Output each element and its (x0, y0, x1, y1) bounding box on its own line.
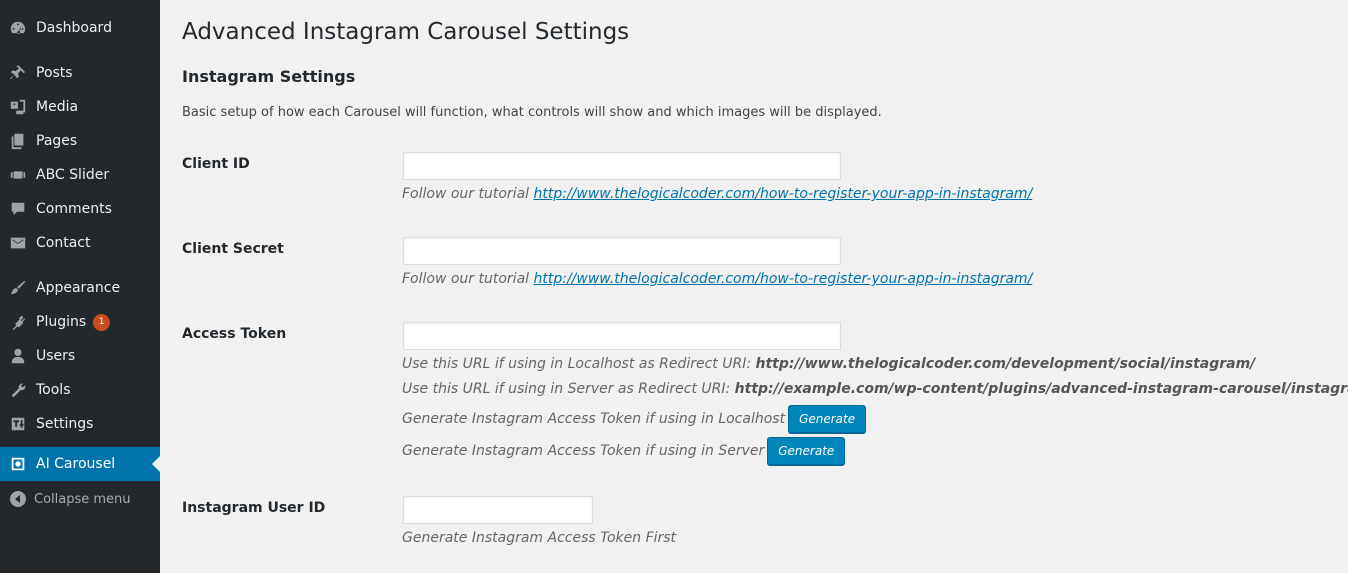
menu-label: Dashboard (36, 20, 112, 36)
help-text: Generate Instagram Access Token if using… (402, 443, 765, 459)
menu-item-settings[interactable]: Settings (0, 407, 160, 441)
plugin-icon (8, 312, 28, 332)
update-count-badge: 1 (93, 313, 111, 331)
settings-icon (8, 414, 28, 434)
user-id-label: Instagram User ID (182, 500, 326, 516)
collapse-menu-button[interactable]: Collapse menu (0, 484, 160, 514)
generate-localhost-row: Generate Instagram Access Token if using… (402, 405, 867, 433)
menu-item-pages[interactable]: Pages (0, 124, 160, 158)
dashboard-icon (8, 18, 28, 38)
help-text: Follow our tutorial (402, 271, 534, 287)
comment-icon (8, 199, 28, 219)
client-secret-help: Follow our tutorial http://www.thelogica… (402, 271, 1032, 287)
menu-item-plugins[interactable]: Plugins 1 (0, 305, 160, 339)
pages-icon (8, 131, 28, 151)
menu-label: Pages (36, 133, 78, 149)
menu-item-media[interactable]: Media (0, 90, 160, 124)
help-text: Follow our tutorial (402, 186, 534, 202)
help-text: Use this URL if using in Localhost as Re… (402, 356, 756, 372)
menu-label: Contact (36, 235, 91, 251)
menu-label: Appearance (36, 280, 121, 296)
menu-item-appearance[interactable]: Appearance (0, 271, 160, 305)
menu-label: Users (36, 348, 76, 364)
user-id-input[interactable] (403, 496, 593, 524)
server-redirect-url: http://example.com/wp-content/plugins/ad… (734, 381, 1348, 397)
menu-item-users[interactable]: Users (0, 339, 160, 373)
menu-item-dashboard[interactable]: Dashboard (0, 11, 160, 45)
access-token-input[interactable] (403, 322, 841, 350)
slider-icon (8, 165, 28, 185)
collapse-arrow-icon (10, 491, 26, 507)
menu-label: ABC Slider (36, 167, 110, 183)
client-id-input[interactable] (403, 152, 841, 180)
pin-icon (8, 63, 28, 83)
wrench-icon (8, 380, 28, 400)
tutorial-link[interactable]: http://www.thelogicalcoder.com/how-to-re… (534, 186, 1033, 202)
generate-localhost-button[interactable]: Generate (788, 405, 867, 433)
user-icon (8, 346, 28, 366)
collapse-menu-label: Collapse menu (34, 491, 131, 507)
menu-label: Posts (36, 65, 73, 81)
menu-label: Tools (36, 382, 71, 398)
menu-label: Settings (36, 416, 94, 432)
generate-server-button[interactable]: Generate (767, 437, 846, 465)
menu-item-posts[interactable]: Posts (0, 56, 160, 90)
client-id-help: Follow our tutorial http://www.thelogica… (402, 186, 1032, 202)
client-secret-label: Client Secret (182, 241, 284, 257)
client-secret-input[interactable] (403, 237, 841, 265)
localhost-redirect-url: http://www.thelogicalcoder.com/developme… (755, 356, 1256, 372)
brush-icon (8, 278, 28, 298)
menu-label: Media (36, 99, 79, 115)
camera-icon (8, 454, 28, 474)
user-id-help: Generate Instagram Access Token First (402, 530, 677, 546)
mail-icon (8, 233, 28, 253)
server-redirect-help: Use this URL if using in Server as Redir… (402, 381, 1348, 397)
main-content: Advanced Instagram Carousel Settings Ins… (182, 0, 1348, 573)
menu-label: Plugins (36, 314, 87, 330)
generate-server-row: Generate Instagram Access Token if using… (402, 437, 846, 465)
tutorial-link[interactable]: http://www.thelogicalcoder.com/how-to-re… (534, 271, 1033, 287)
access-token-label: Access Token (182, 326, 287, 342)
admin-sidebar: Dashboard Posts Media Pages ABC Slider C… (0, 0, 160, 573)
menu-item-ai-carousel[interactable]: AI Carousel (0, 447, 160, 481)
localhost-redirect-help: Use this URL if using in Localhost as Re… (402, 356, 1255, 372)
menu-label: AI Carousel (36, 456, 116, 472)
help-text: Generate Instagram Access Token if using… (402, 411, 786, 427)
section-title: Instagram Settings (182, 67, 356, 86)
menu-item-tools[interactable]: Tools (0, 373, 160, 407)
section-description: Basic setup of how each Carousel will fu… (182, 105, 882, 120)
menu-label: Comments (36, 201, 112, 217)
media-icon (8, 97, 28, 117)
help-text: Use this URL if using in Server as Redir… (402, 381, 735, 397)
menu-item-comments[interactable]: Comments (0, 192, 160, 226)
menu-item-contact[interactable]: Contact (0, 226, 160, 260)
menu-item-abc-slider[interactable]: ABC Slider (0, 158, 160, 192)
page-title: Advanced Instagram Carousel Settings (182, 19, 630, 45)
client-id-label: Client ID (182, 156, 250, 172)
